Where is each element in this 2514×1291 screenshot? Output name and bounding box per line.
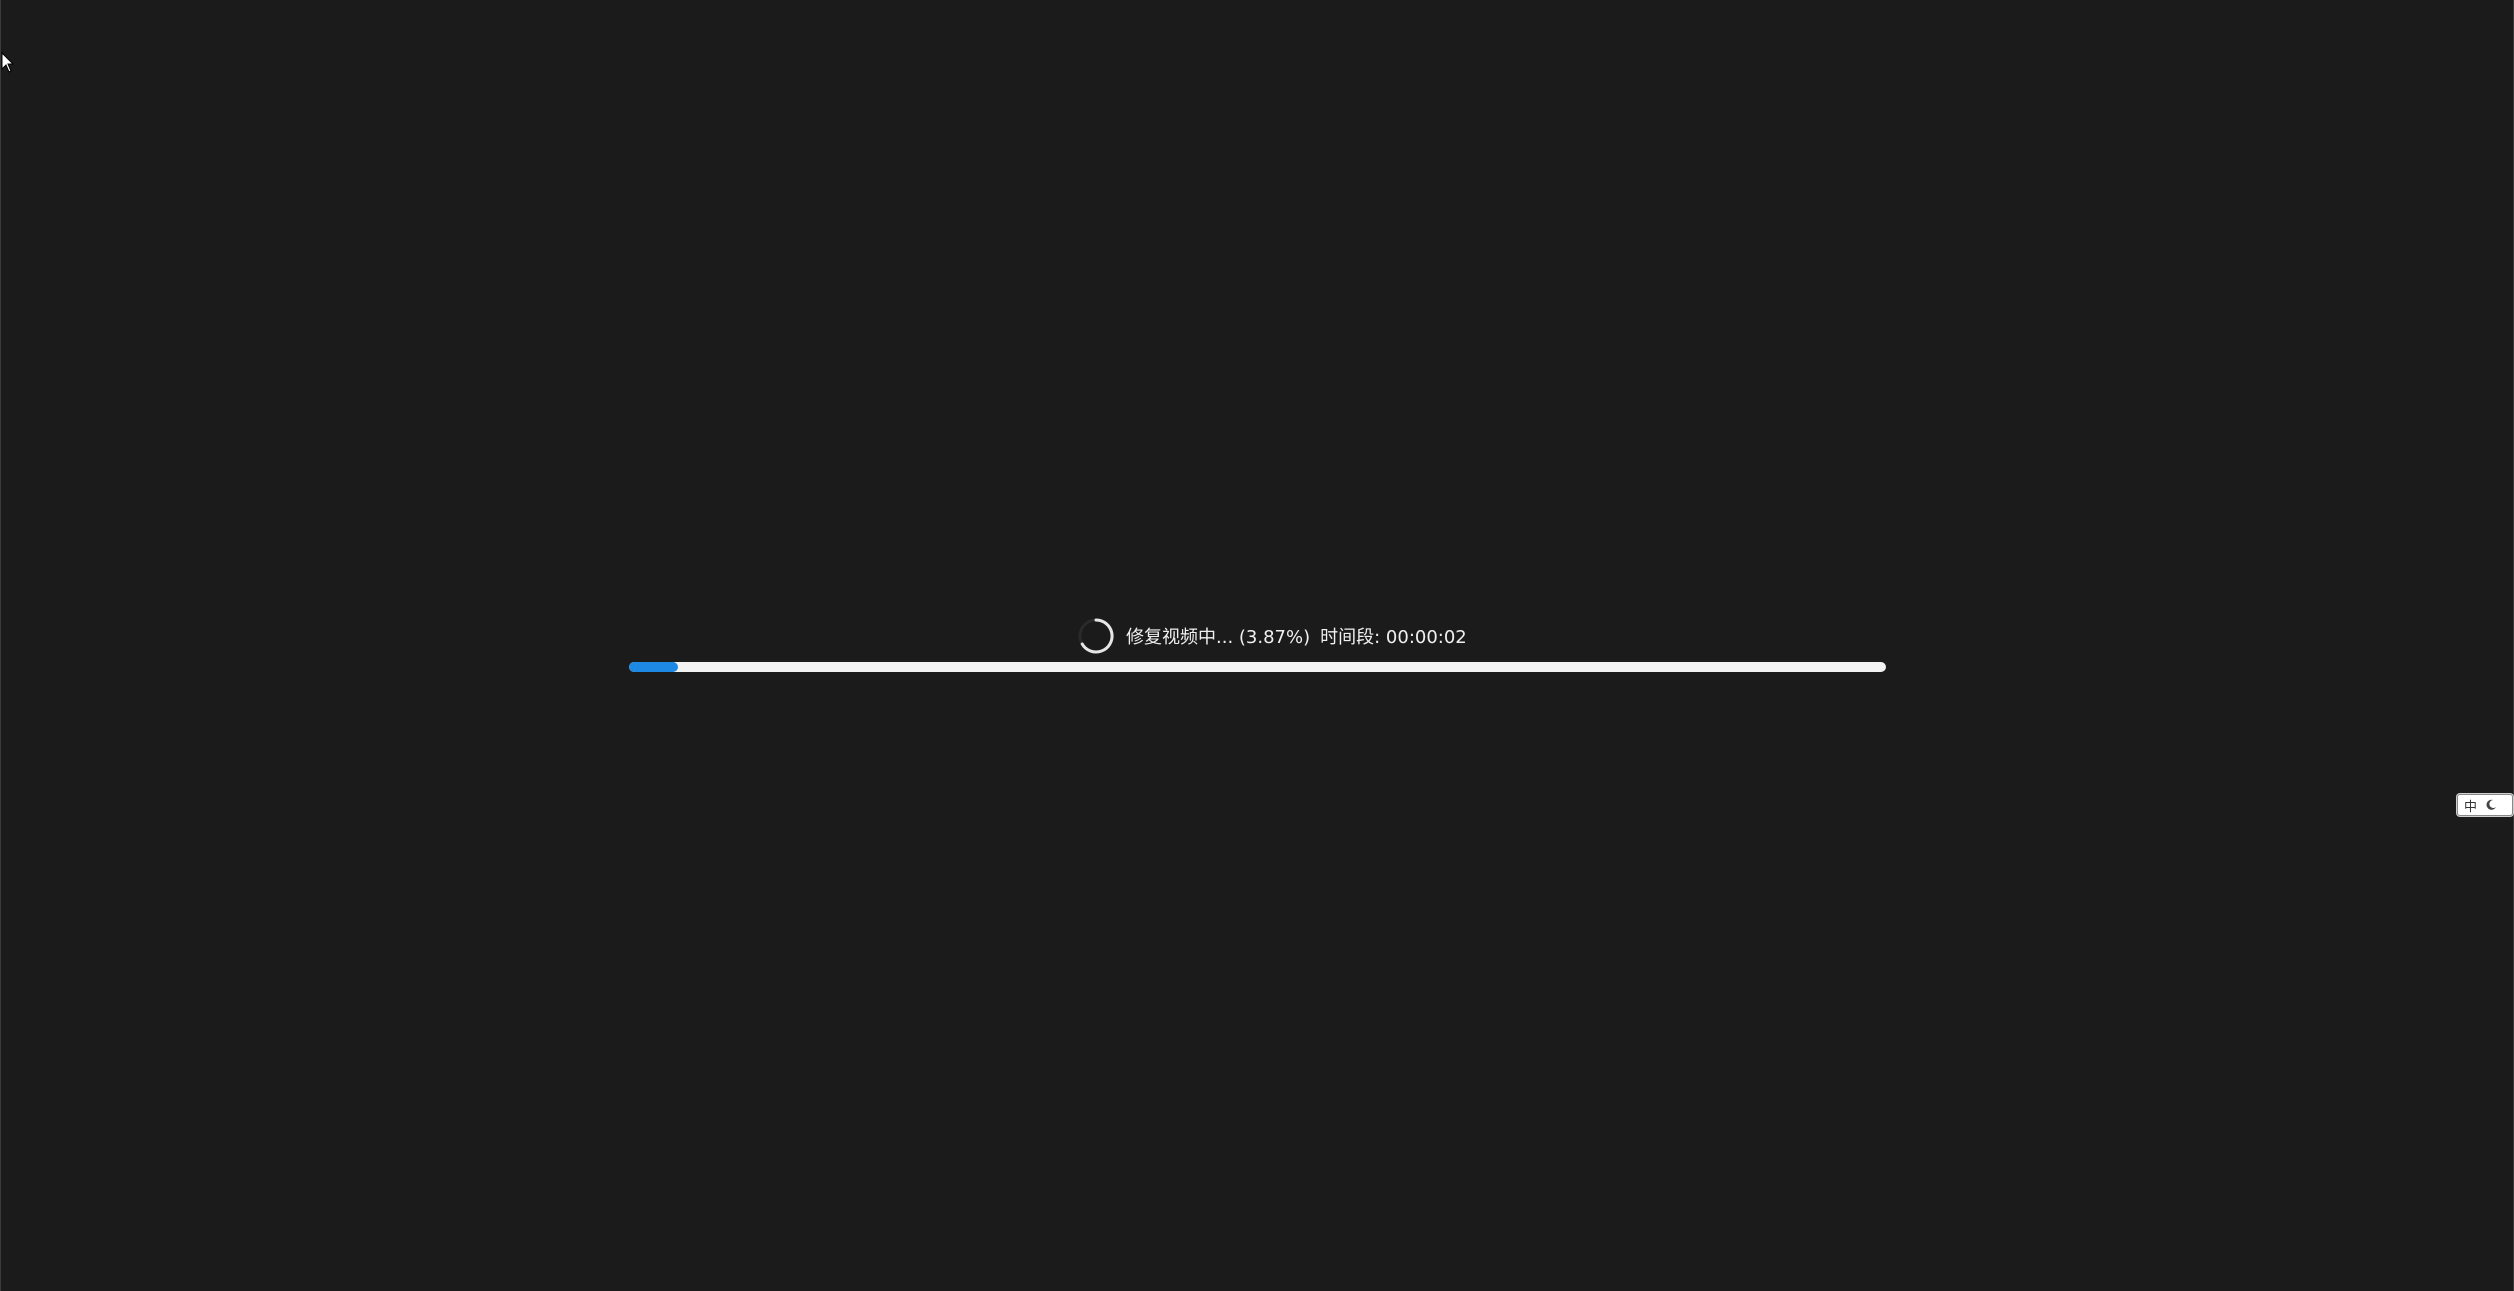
ime-mode-indicator[interactable]: 中 <box>2457 794 2513 816</box>
moon-icon <box>2486 799 2497 810</box>
repair-progress-fill <box>629 662 678 672</box>
ime-mode-label: 中 <box>2464 799 2478 815</box>
time-segment-text: 时间段: 00:00:02 <box>1320 627 1467 648</box>
repair-progress-bar <box>629 662 1886 672</box>
mouse-pointer-icon <box>1 52 15 73</box>
app-window: 修复视频中... (3.87%) 时间段: 00:00:02 中 <box>0 0 2514 1291</box>
repair-status: 修复视频中... (3.87%) 时间段: 00:00:02 <box>1076 616 1467 656</box>
repair-progress-text: 修复视频中... (3.87%) <box>1126 627 1311 648</box>
loading-spinner-icon <box>1078 618 1114 654</box>
